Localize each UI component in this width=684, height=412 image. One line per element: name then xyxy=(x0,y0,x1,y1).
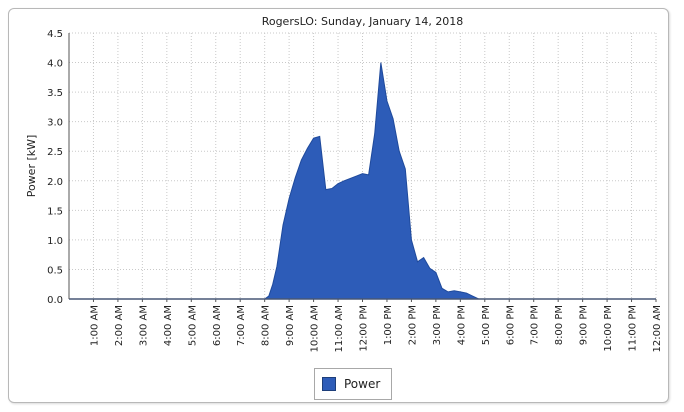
y-tick-label: 2.0 xyxy=(47,177,63,188)
power-chart: 0.0 0.5 1.0 1.5 2.0 2.5 3.0 3.5 4.0 4.5 1:00 AM 2:0… xyxy=(25,15,663,352)
x-tick-label: 12:00 PM xyxy=(359,305,370,352)
y-tick-label: 0.0 xyxy=(47,295,63,306)
x-tick-label: 8:00 PM xyxy=(554,305,565,345)
x-tick-label: 1:00 AM xyxy=(89,305,100,346)
x-tick-label: 11:00 PM xyxy=(628,305,639,352)
chart-title: RogersLO: Sunday, January 14, 2018 xyxy=(262,15,464,28)
y-tick-label: 1.0 xyxy=(47,236,63,247)
x-tick-label: 9:00 PM xyxy=(579,305,590,345)
x-tick-label: 5:00 PM xyxy=(481,305,492,345)
x-tick-label: 7:00 PM xyxy=(530,305,541,345)
x-tick-label: 1:00 PM xyxy=(383,305,394,345)
y-tick-label: 1.5 xyxy=(47,206,63,217)
x-tick-label: 8:00 AM xyxy=(261,305,272,346)
x-tick-label: 3:00 PM xyxy=(432,305,443,345)
x-tick-label: 6:00 AM xyxy=(212,305,223,346)
x-tick-label: 5:00 AM xyxy=(187,305,198,346)
y-tick-label: 0.5 xyxy=(47,265,63,276)
legend-label-power: Power xyxy=(344,377,381,391)
x-tick-label: 7:00 AM xyxy=(236,305,247,346)
y-tick-label: 2.5 xyxy=(47,147,63,158)
y-tick-label: 3.5 xyxy=(47,88,63,99)
x-tick-label: 12:00 AM xyxy=(652,305,663,352)
legend: Power xyxy=(314,368,392,400)
x-tick-label: 2:00 AM xyxy=(114,305,125,346)
y-tick-label: 4.0 xyxy=(47,59,63,70)
x-tick-label: 10:00 PM xyxy=(603,305,614,352)
x-tick-label: 2:00 PM xyxy=(407,305,418,345)
x-tick-label: 9:00 AM xyxy=(285,305,296,346)
chart-panel: 0.0 0.5 1.0 1.5 2.0 2.5 3.0 3.5 4.0 4.5 1:00 AM 2:0… xyxy=(8,8,669,403)
y-tick-label: 3.0 xyxy=(47,118,63,129)
x-tick-label: 11:00 AM xyxy=(334,305,345,352)
legend-swatch-power xyxy=(322,377,336,391)
y-tick-label: 4.5 xyxy=(47,29,63,40)
x-tick-label: 4:00 PM xyxy=(456,305,467,345)
x-tick-label: 6:00 PM xyxy=(505,305,516,345)
x-tick-label: 10:00 AM xyxy=(310,305,321,352)
y-axis-label: Power [kW] xyxy=(25,135,38,198)
x-tick-label: 4:00 AM xyxy=(163,305,174,346)
x-tick-label: 3:00 AM xyxy=(138,305,149,346)
